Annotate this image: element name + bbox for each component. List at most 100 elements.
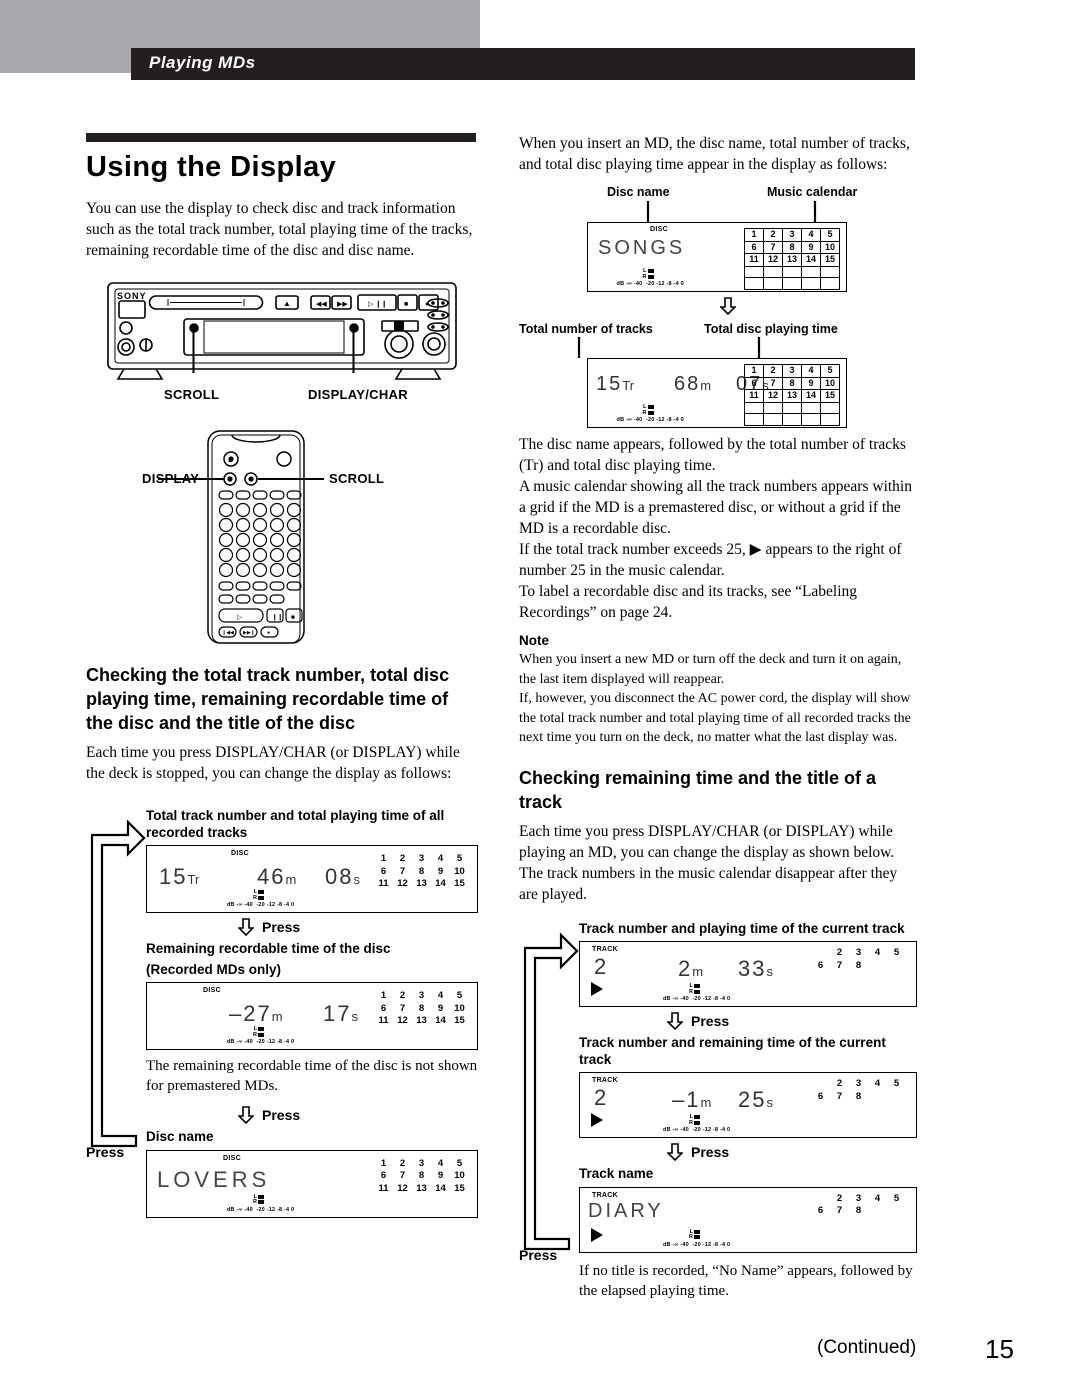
remote-label-display: DISPLAY: [142, 471, 200, 486]
level-meter: LR dB -∞ -40 -20 -12 -8 -4 0: [227, 889, 397, 908]
press-label: Press: [262, 919, 301, 935]
calendar-row: 678: [817, 959, 862, 971]
meter-scale: dB -∞ -40 -20 -12 -8 -4 0: [616, 417, 684, 423]
lcd-display-remaining-disc: DISC –27m 17s 12345 6 7 8 9 10 11 12 13 14 15 LR…: [146, 982, 478, 1050]
meter-channel-labels: LR: [642, 404, 647, 416]
level-meter: LR dB -∞ -40 -20 -12 -8 -4 0: [663, 983, 833, 1002]
left-subparagraph: Each time you press DISPLAY/CHAR (or DIS…: [86, 744, 460, 782]
calendar-row: 2345: [836, 1078, 900, 1089]
lcd-display-songs: DISC SONGS 12345 6 7 8 9 10 11 12 13 14 15 LR dB…: [587, 222, 847, 292]
calendar-row: 2345: [836, 947, 900, 958]
press-label: Press: [691, 1013, 730, 1029]
lcd-value-min: 2: [678, 956, 693, 981]
svg-text:▶▶❙: ▶▶❙: [243, 630, 255, 636]
lcd-unit-sec: s: [766, 964, 773, 979]
right-subheading: Checking remaining time and the title of…: [519, 767, 877, 812]
press-label-loop: Press: [519, 1246, 558, 1263]
lcd-unit-min: m: [700, 1095, 712, 1110]
calendar-row: 12345: [744, 228, 840, 242]
calendar-row: 11 12 13 14 15: [378, 1182, 465, 1194]
lcd-value-sec: 17: [323, 1001, 352, 1026]
meter-scale: dB -∞ -40 -20 -12 -8 -4 0: [616, 281, 684, 287]
left-display-flow: Total track number and total playing tim…: [86, 808, 478, 1218]
calendar-row: 12345: [380, 990, 463, 1001]
svg-text:▷ ❙❙: ▷ ❙❙: [368, 300, 387, 308]
calendar-row: 678: [817, 1205, 862, 1216]
total-display-block: Total number of tracks Total disc playin…: [519, 322, 917, 430]
down-arrow-icon: [667, 1143, 683, 1161]
meter-channel-labels: LR: [253, 1026, 257, 1038]
loop-arrow-right: [523, 931, 579, 1250]
callout-leaders: [577, 337, 761, 358]
down-arrow-icon: [667, 1012, 683, 1030]
lcd-unit-min: m: [271, 1009, 283, 1024]
meter-bars: [647, 405, 654, 416]
svg-text:▲: ▲: [227, 458, 233, 464]
meter-channel-labels: LR: [689, 983, 693, 995]
calendar-row: 12345: [744, 364, 840, 378]
meter-bars: [258, 890, 264, 901]
lcd-track-name: DIARY: [588, 1199, 664, 1222]
step-caption: Remaining recordable time of the disc: [146, 941, 391, 956]
svg-text:▲: ▲: [283, 299, 291, 308]
play-triangle-icon: [591, 1113, 603, 1127]
intro-paragraph: You can use the display to check disc an…: [86, 200, 473, 259]
down-arrow-icon: [238, 1106, 254, 1124]
meter-channel-labels: LR: [689, 1114, 693, 1126]
callout-disc-name: Disc name: [607, 185, 670, 199]
meter-bars: [694, 1115, 700, 1126]
svg-text:❙❙: ❙❙: [272, 613, 283, 621]
down-arrow-icon: [238, 918, 254, 936]
lcd-unit-tracks: Tr: [187, 872, 200, 887]
note-text: When you insert a new MD or turn off the…: [519, 652, 911, 745]
title-rule: [86, 133, 476, 142]
calendar-row: 6 7 8 9 10: [380, 865, 465, 877]
note-heading: Note: [519, 633, 549, 648]
meter-bars: [258, 1194, 264, 1206]
page-number: 15: [985, 1334, 1014, 1364]
svg-text:●: ●: [267, 630, 270, 636]
calendar-row: 2345: [836, 1192, 900, 1204]
svg-text:◀◀: ◀◀: [316, 301, 327, 308]
lcd-mode-indicator: TRACK: [592, 1191, 618, 1199]
deck-svg: SONY ◀◀ ▶▶ ▷ ❙❙ ■ ● ▲: [107, 282, 457, 380]
lcd-mode-indicator: TRACK: [592, 946, 618, 953]
down-arrow-wrap: [519, 297, 917, 320]
meter-bars: [694, 1229, 700, 1241]
svg-text:▷: ▷: [237, 614, 243, 621]
right-intro: When you insert an MD, the disc name, to…: [519, 135, 910, 173]
lcd-display-total: 15Tr 68m 07s 12345 6 7 8 9 10 11 12 13 14 15 LR …: [587, 358, 847, 428]
level-meter: LR dB -∞ -40 -20 -12 -8 -4 0: [227, 1193, 397, 1213]
step-caption: Track number and remaining time of the c…: [579, 1035, 886, 1067]
lcd-unit-sec: s: [353, 872, 360, 887]
level-meter: LR dB -∞ -40 -20 -12 -8 -4 0: [663, 1229, 833, 1248]
lcd-value-min: 46: [257, 864, 286, 889]
meter-scale: dB -∞ -40 -20 -12 -8 -4 0: [663, 1127, 731, 1133]
svg-text:■: ■: [404, 301, 408, 308]
svg-text:●: ●: [425, 301, 429, 308]
lcd-value-track: 2: [594, 1085, 609, 1110]
right-body-text: The disc name appears, followed by the t…: [519, 436, 912, 621]
lcd-mode-indicator: DISC: [650, 226, 668, 233]
play-triangle-icon: [591, 982, 603, 996]
right-closing-text: If no title is recorded, “No Name” appea…: [579, 1262, 913, 1299]
deck-label-display-char: DISPLAY/CHAR: [308, 387, 408, 402]
callout-music-calendar: Music calendar: [767, 185, 858, 199]
lcd-value-sec: 25: [738, 1087, 767, 1112]
songs-display-block: Disc name Music calendar DISC SONGS 1234…: [519, 185, 917, 295]
step-note: The remaining recordable time of the dis…: [146, 1058, 478, 1094]
lcd-disc-name: LOVERS: [157, 1166, 271, 1192]
down-arrow-icon: [719, 297, 737, 316]
music-calendar: 2345 678: [811, 947, 906, 972]
calendar-row: 11 12 13 14 15: [378, 878, 465, 889]
meter-channel-labels: LR: [253, 1193, 257, 1205]
step-caption: Track name: [579, 1166, 654, 1181]
remote-svg: ▷ ❙❙ ■ ❙◀◀ ▶▶❙ ● ▲: [158, 430, 324, 644]
press-label: Press: [691, 1144, 730, 1160]
lcd-value-tracks: 15: [159, 864, 188, 889]
calendar-row: 11 12 13 14 15: [378, 1015, 465, 1026]
calendar-row: 11 12 13 14 15: [744, 253, 840, 267]
press-label: Press: [262, 1107, 301, 1123]
lcd-unit-min: m: [700, 378, 712, 393]
calendar-row: 6 7 8 9 10: [380, 1002, 465, 1014]
